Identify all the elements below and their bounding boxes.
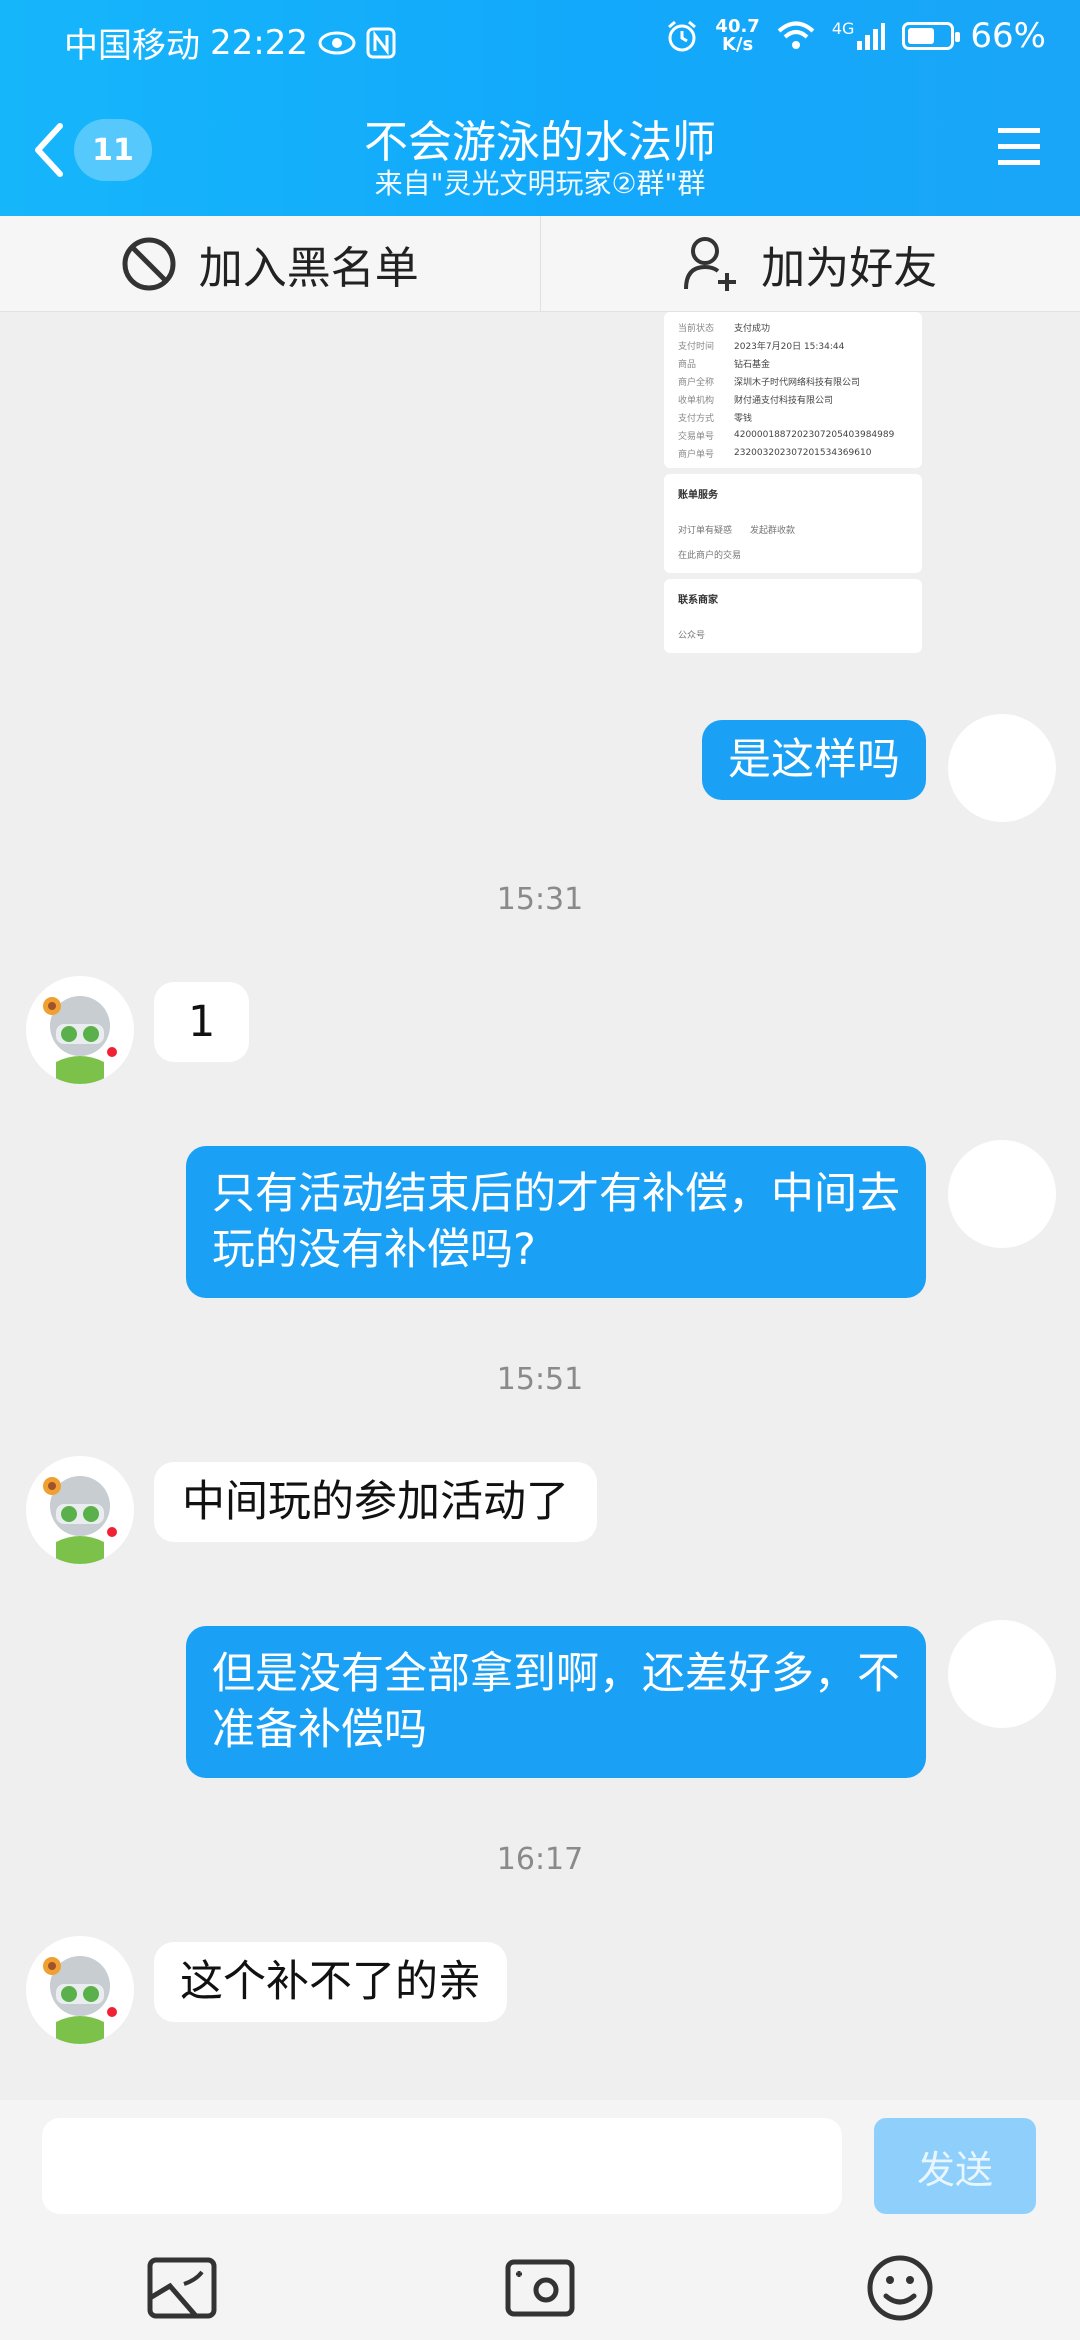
image-icon[interactable] — [144, 2250, 220, 2326]
signal-icon — [857, 23, 886, 50]
sender-avatar[interactable] — [26, 976, 134, 1084]
add-to-blacklist-button[interactable]: 加入黑名单 — [0, 216, 540, 311]
camera-icon[interactable] — [502, 2250, 578, 2326]
receipt-service-card: 账单服务 对订单有疑惑 发起群收款 在此商户的交易 — [664, 474, 922, 573]
carrier-label: 中国移动 — [64, 26, 200, 66]
menu-icon[interactable] — [996, 124, 1042, 168]
battery-percent: 66% — [970, 16, 1046, 56]
my-avatar[interactable] — [948, 1620, 1056, 1728]
nfc-icon — [366, 27, 396, 58]
character-avatar-icon — [43, 996, 117, 1084]
wifi-icon — [777, 21, 815, 49]
receipt-contact-card: 联系商家 公众号 — [664, 579, 922, 653]
receipt-image[interactable]: 当前状态 支付成功 支付时间 2023年7月20日 15:34:44 商品 钻石基金 … — [664, 312, 922, 664]
status-bar: 中国移动 22:22 40.7 K/s 4G 66% — [0, 0, 1080, 84]
message-bubble-received[interactable]: 1 — [154, 982, 250, 1062]
message-bubble-received[interactable]: 中间玩的参加活动了 — [154, 1462, 597, 1542]
timestamp: 16:17 — [496, 1842, 584, 1877]
receipt-details-card: 当前状态 支付成功 支付时间 2023年7月20日 15:34:44 商品 钻石基金 … — [664, 312, 922, 468]
input-bar: 发送 — [0, 2100, 1080, 2340]
nav-bar: 11 不会游泳的水法师 来自"灵光文明玩家②群"群 — [0, 100, 1080, 216]
header: 中国移动 22:22 40.7 K/s 4G 66% 11 不会游泳的水法师 来自… — [0, 0, 1080, 216]
timestamp: 15:51 — [496, 1362, 584, 1397]
sender-avatar[interactable] — [26, 1456, 134, 1564]
my-avatar[interactable] — [948, 1140, 1056, 1248]
message-input[interactable] — [42, 2118, 842, 2214]
sender-avatar[interactable] — [26, 1936, 134, 2044]
character-avatar-icon — [43, 1956, 117, 2044]
block-icon — [122, 237, 176, 290]
add-friend-button[interactable]: 加为好友 — [539, 216, 1080, 311]
message-bubble-sent[interactable]: 但是没有全部拿到啊，还差好多，不准备补偿吗 — [186, 1626, 926, 1778]
add-user-icon — [684, 236, 737, 291]
my-avatar[interactable] — [948, 714, 1056, 822]
send-button[interactable]: 发送 — [874, 2118, 1036, 2214]
action-bar: 加入黑名单 加为好友 — [0, 216, 1080, 312]
chat-subtitle: 来自"灵光文明玩家②群"群 — [374, 167, 706, 200]
chat-area[interactable]: 当前状态 支付成功 支付时间 2023年7月20日 15:34:44 商品 钻石基金 … — [0, 312, 1080, 2100]
battery-icon — [902, 22, 961, 50]
character-avatar-icon — [43, 1476, 117, 1564]
message-bubble-sent[interactable]: 是这样吗 — [702, 720, 926, 800]
signal-type-label: 4G — [831, 18, 855, 38]
message-bubble-received[interactable]: 这个补不了的亲 — [154, 1942, 507, 2022]
eye-icon — [318, 31, 356, 54]
clock: 22:22 — [210, 22, 308, 63]
network-speed: 40.7 K/s — [715, 16, 760, 55]
chat-title: 不会游泳的水法师 — [364, 117, 716, 168]
alarm-icon — [668, 20, 697, 52]
timestamp: 15:31 — [496, 882, 584, 917]
emoji-icon[interactable] — [862, 2250, 938, 2326]
message-bubble-sent[interactable]: 只有活动结束后的才有补偿，中间去玩的没有补偿吗? — [186, 1146, 926, 1298]
